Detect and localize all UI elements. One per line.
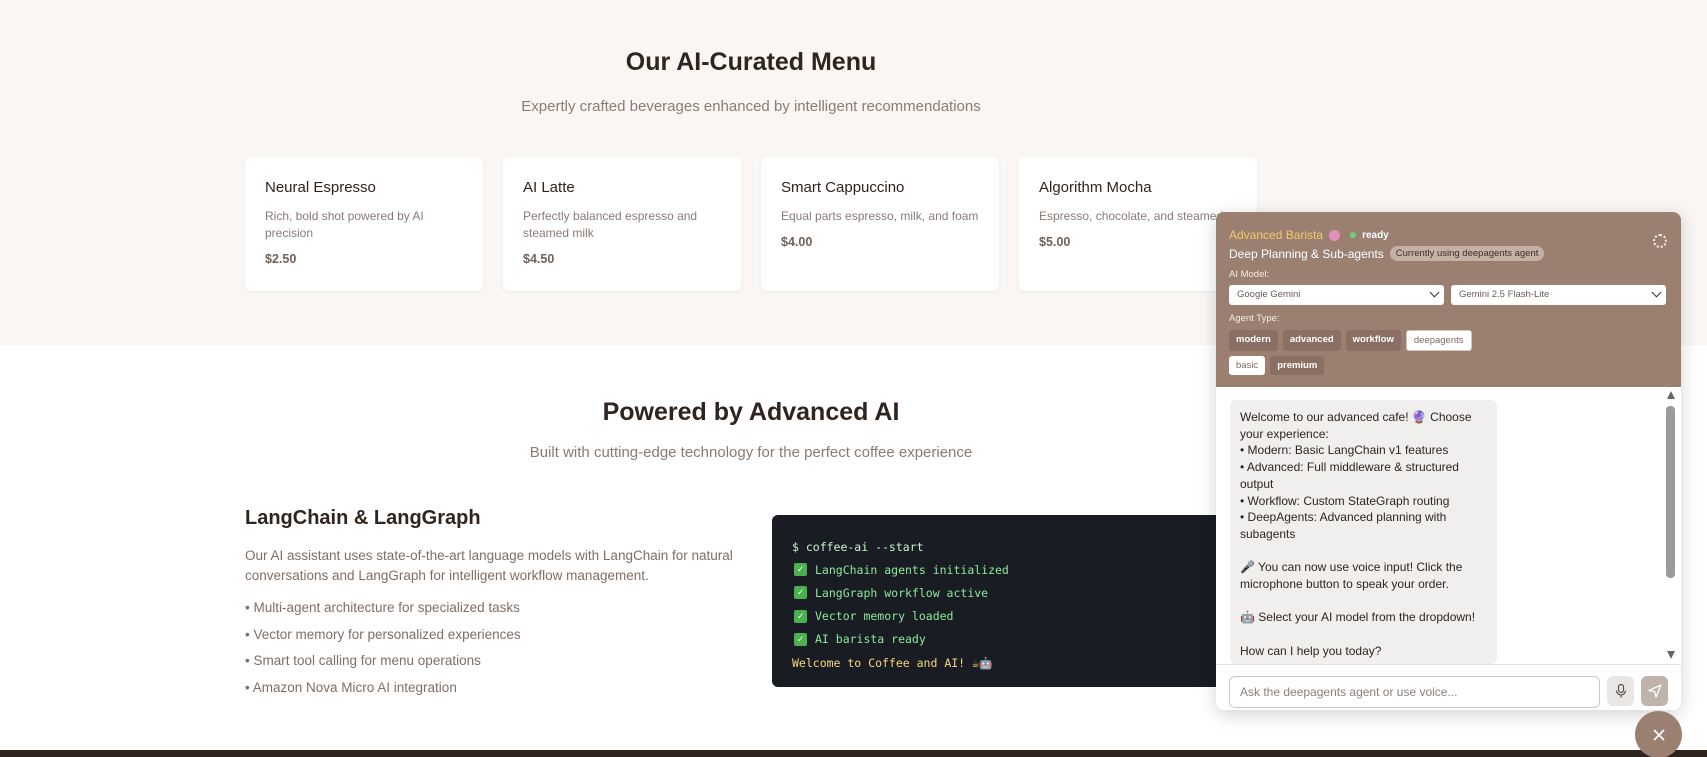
menu-title: Our AI-Curated Menu	[625, 48, 877, 76]
agent-type-deepagents[interactable]: deepagents	[1405, 330, 1472, 351]
agent-type-basic[interactable]: basic	[1229, 356, 1266, 375]
brain-icon	[1329, 229, 1341, 241]
menu-card[interactable]: Neural Espresso Rich, bold shot powered …	[245, 157, 483, 291]
feature-item: • Smart tool calling for menu operations	[245, 653, 481, 668]
check-icon: ✓	[794, 632, 807, 646]
langchain-title: LangChain & LangGraph	[245, 507, 481, 529]
menu-item-name: Algorithm Mocha	[1039, 179, 1152, 196]
mic-button[interactable]	[1607, 676, 1634, 706]
scroll-thumb[interactable]	[1666, 406, 1675, 578]
menu-item-description: Espresso, chocolate, and steamed	[1039, 209, 1224, 223]
terminal-line-text: LangGraph workflow active	[815, 585, 989, 600]
scroll-up-arrow-icon[interactable]	[1667, 391, 1675, 399]
menu-item-description: Rich, bold shot powered by AI precision	[265, 209, 424, 240]
agent-type-premium[interactable]: premium	[1270, 356, 1325, 375]
menu-item-description: Equal parts espresso, milk, and foam	[781, 209, 979, 223]
agent-type-workflow[interactable]: workflow	[1345, 330, 1401, 351]
feature-item: • Vector memory for personalized experie…	[245, 626, 521, 642]
menu-item-description: Perfectly balanced espresso and steamed …	[523, 209, 698, 240]
chat-header-row: Advanced Barista ready	[1229, 228, 1668, 242]
chevron-down-icon	[1429, 287, 1440, 298]
status-text: ready	[1362, 229, 1389, 241]
terminal-welcome: Welcome to Coffee and AI! ☕🤖	[792, 655, 994, 670]
footer-bar	[0, 750, 1707, 757]
menu-item-price: $5.00	[1039, 235, 1071, 249]
terminal-line: ✓ Vector memory loaded	[792, 605, 1212, 628]
close-chat-button[interactable]	[1635, 711, 1682, 757]
model-select[interactable]: Gemini 2.5 Flash-Lite	[1451, 285, 1666, 305]
chat-messages[interactable]: Welcome to our advanced cafe! 🔮 Choose y…	[1216, 387, 1681, 664]
status-dot-icon	[1350, 232, 1357, 238]
agent-type-advanced[interactable]: advanced	[1282, 330, 1341, 351]
terminal-line-text: LangChain agents initialized	[815, 562, 1009, 577]
terminal-line: ✓ LangGraph workflow active	[792, 581, 1212, 604]
terminal-command: $ coffee-ai --start	[792, 539, 924, 554]
chat-subtitle: Deep Planning & Sub-agents	[1229, 246, 1384, 261]
gear-icon[interactable]	[1653, 234, 1667, 248]
menu-subtitle: Expertly crafted beverages enhanced by i…	[521, 98, 981, 115]
check-icon: ✓	[794, 609, 807, 623]
provider-value: Google Gemini	[1237, 289, 1301, 300]
agent-type-modern[interactable]: modern	[1229, 330, 1278, 351]
terminal-line-text: Vector memory loaded	[815, 609, 954, 624]
menu-item-name: Neural Espresso	[265, 179, 376, 196]
langchain-description: Our AI assistant uses state-of-the-art l…	[245, 548, 733, 583]
menu-item-price: $4.50	[523, 252, 555, 266]
check-icon: ✓	[794, 586, 807, 600]
model-label: AI Model:	[1229, 269, 1270, 280]
send-icon	[1647, 684, 1662, 698]
menu-item-price: $4.00	[781, 235, 813, 249]
model-selects: Google Gemini Gemini 2.5 Flash-Lite	[1229, 285, 1668, 305]
chat-input[interactable]	[1229, 676, 1600, 708]
menu-item-name: AI Latte	[523, 179, 575, 196]
assistant-message: Welcome to our advanced cafe! 🔮 Choose y…	[1230, 400, 1497, 664]
agent-name: Advanced Barista	[1229, 228, 1324, 242]
send-button[interactable]	[1641, 676, 1668, 706]
feature-item: • Amazon Nova Micro AI integration	[245, 679, 457, 695]
feature-list: • Multi-agent architecture for specializ…	[245, 600, 521, 706]
chat-widget: Advanced Barista ready Deep Planning & S…	[1216, 212, 1681, 710]
menu-cards: Neural Espresso Rich, bold shot powered …	[245, 157, 1257, 291]
model-value: Gemini 2.5 Flash-Lite	[1459, 289, 1550, 300]
agent-badge: Currently using deepagents agent	[1389, 246, 1545, 261]
menu-item-name: Smart Cappuccino	[781, 179, 905, 196]
terminal-line: ✓ LangChain agents initialized	[792, 558, 1212, 581]
terminal-line-text: AI barista ready	[815, 632, 926, 647]
chat-input-row	[1216, 664, 1681, 710]
feature-item: • Multi-agent architecture for specializ…	[245, 600, 520, 615]
menu-card[interactable]: AI Latte Perfectly balanced espresso and…	[503, 157, 741, 291]
agent-type-chips: modern advanced workflow deepagents basi…	[1229, 330, 1489, 375]
terminal-panel: $ coffee-ai --start ✓ LangChain agents i…	[772, 515, 1232, 687]
menu-item-price: $2.50	[265, 252, 297, 266]
microphone-icon	[1615, 684, 1626, 698]
check-icon: ✓	[794, 563, 807, 577]
agent-type-label: Agent Type:	[1229, 313, 1280, 324]
provider-select[interactable]: Google Gemini	[1229, 285, 1444, 305]
chat-subtitle-row: Deep Planning & Sub-agents Currently usi…	[1229, 246, 1668, 261]
chat-header: Advanced Barista ready Deep Planning & S…	[1216, 212, 1681, 387]
terminal-line: ✓ AI barista ready	[792, 628, 1212, 651]
menu-card[interactable]: Smart Cappuccino Equal parts espresso, m…	[761, 157, 999, 291]
scroll-down-arrow-icon[interactable]	[1667, 651, 1675, 659]
chevron-down-icon	[1651, 287, 1662, 298]
scrollbar[interactable]	[1666, 391, 1675, 659]
close-icon	[1652, 728, 1665, 741]
